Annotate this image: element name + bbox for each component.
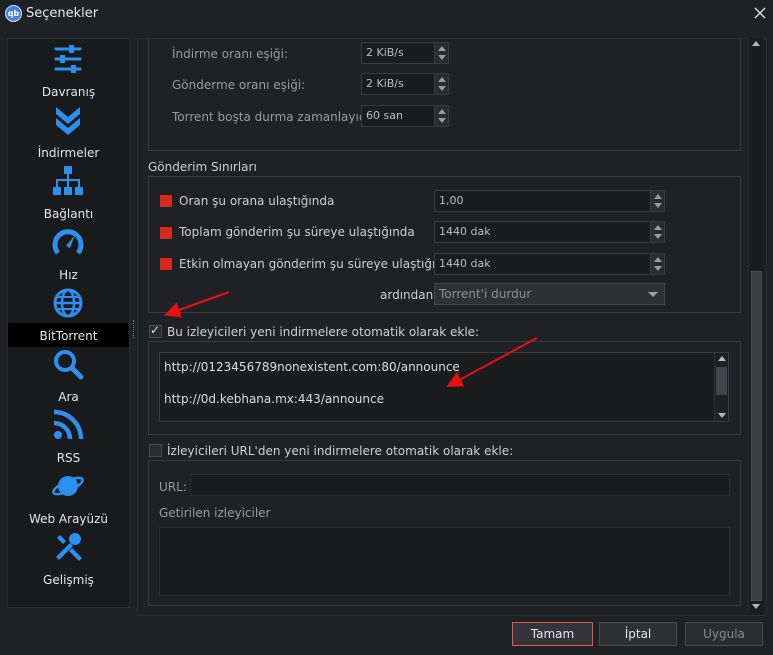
sidebar-item-label: Bağlantı [43, 207, 94, 221]
auto-trackers-label: Bu izleyicileri yeni indirmelere otomati… [167, 325, 480, 339]
ratio-checkbox[interactable] [160, 195, 172, 207]
globe-icon [53, 288, 83, 318]
splitter-handle[interactable] [133, 320, 135, 338]
total-time-checkbox[interactable] [160, 227, 172, 239]
inactivity-timer-spinbox[interactable]: 60 san [361, 105, 449, 127]
sidebar-item-bittorrent[interactable]: BitTorrent [8, 287, 129, 347]
scroll-down-arrow[interactable] [752, 604, 760, 609]
window-title: Seçenekler [26, 6, 99, 21]
sidebar-item-label: BitTorrent [39, 329, 98, 343]
upload-threshold-spinbox[interactable]: 2 KiB/s [361, 73, 449, 95]
main-scrollbar[interactable] [748, 38, 763, 615]
app-icon: qb [5, 5, 22, 22]
inactive-time-value: 1440 dak [439, 257, 491, 270]
scroll-up-arrow[interactable] [752, 41, 760, 46]
double-chevron-down-icon [56, 107, 80, 135]
inactive-time-spinbox[interactable]: 1440 dak [434, 253, 665, 275]
title-bar: qb Seçenekler [0, 0, 773, 28]
tracker-line: http://0d.kebhana.mx:443/announce [164, 392, 384, 406]
rss-icon [53, 409, 84, 440]
url-trackers-label: İzleyicileri URL'den yeni indirmelere ot… [167, 444, 514, 458]
auto-trackers-group: http://0123456789nonexistent.com:80/anno… [148, 341, 741, 435]
planet-icon [52, 476, 84, 496]
download-threshold-value: 2 KiB/s [366, 46, 404, 59]
tools-icon [56, 533, 82, 561]
settings-panel: İndirme oranı eşiği: 2 KiB/s Gönderme or… [137, 38, 767, 616]
upload-threshold-label: Gönderme oranı eşiği: [172, 78, 306, 92]
spin-buttons[interactable] [434, 74, 448, 94]
download-threshold-spinbox[interactable]: 2 KiB/s [361, 42, 449, 64]
then-label: ardından [380, 288, 434, 302]
network-icon [53, 166, 83, 195]
inactive-time-label: Etkin olmayan gönderim şu süreye ulaştığ… [179, 257, 458, 271]
url-trackers-group: URL: Getirilen izleyiciler [148, 460, 741, 606]
ratio-spinbox[interactable]: 1,00 [434, 190, 665, 212]
spin-buttons[interactable] [650, 254, 664, 274]
download-threshold-label: İndirme oranı eşiği: [172, 47, 289, 61]
textarea-scrollbar[interactable] [714, 353, 728, 421]
sidebar-item-label: Web Arayüzü [28, 512, 109, 526]
sidebar-item-label: Davranış [41, 85, 96, 99]
spin-buttons[interactable] [650, 191, 664, 211]
sidebar-item-davranis[interactable]: Davranış [8, 43, 129, 103]
trackers-textarea[interactable]: http://0123456789nonexistent.com:80/anno… [159, 352, 729, 422]
total-time-value: 1440 dak [439, 225, 491, 238]
sidebar-item-ara[interactable]: Ara [8, 348, 129, 408]
sidebar-item-rss[interactable]: RSS [8, 409, 129, 469]
sidebar-item-label: İndirmeler [37, 146, 100, 160]
url-label: URL: [159, 480, 187, 494]
seeding-limits-title: Gönderim Sınırları [148, 160, 257, 174]
scroll-thumb[interactable] [751, 271, 762, 601]
ratio-label: Oran şu orana ulaştığında [179, 194, 335, 208]
spin-buttons[interactable] [650, 222, 664, 242]
inactive-time-checkbox[interactable] [160, 258, 172, 270]
sidebar-item-label: RSS [56, 451, 81, 465]
spin-buttons[interactable] [434, 106, 448, 126]
torrent-queue-group: İndirme oranı eşiği: 2 KiB/s Gönderme or… [148, 39, 741, 151]
sidebar-item-label: Gelişmiş [43, 573, 94, 587]
search-icon [54, 350, 84, 380]
sidebar-item-indirmeler[interactable]: İndirmeler [8, 104, 129, 164]
sidebar: Davranış İndirmeler Bağlantı Hız BitTorr… [7, 38, 130, 608]
auto-trackers-checkbox[interactable] [149, 323, 162, 338]
upload-threshold-value: 2 KiB/s [366, 77, 404, 90]
url-input[interactable] [190, 474, 730, 496]
sidebar-item-web-arayuzu[interactable]: Web Arayüzü [8, 470, 129, 530]
sidebar-item-gelismis[interactable]: Gelişmiş [8, 531, 129, 591]
sidebar-item-label: Ara [58, 390, 79, 404]
seeding-limits-group: Oran şu orana ulaştığında 1,00 Toplam gö… [148, 176, 741, 313]
cancel-button[interactable]: İptal [599, 622, 677, 646]
chevron-down-icon [648, 292, 658, 297]
ratio-value: 1,00 [439, 194, 464, 207]
close-icon[interactable] [752, 4, 768, 22]
sidebar-item-hiz[interactable]: Hız [8, 226, 129, 286]
speedometer-icon [52, 229, 84, 255]
then-action-dropdown[interactable]: Torrent'i durdur [434, 283, 665, 305]
spin-buttons[interactable] [434, 43, 448, 63]
sliders-icon [54, 45, 82, 73]
sidebar-item-baglanti[interactable]: Bağlantı [8, 165, 129, 225]
sidebar-item-label: Hız [59, 268, 78, 282]
apply-button: Uygula [685, 622, 763, 646]
total-time-spinbox[interactable]: 1440 dak [434, 221, 665, 243]
ok-button[interactable]: Tamam [512, 622, 593, 646]
url-trackers-checkbox[interactable] [149, 444, 162, 457]
tracker-line: http://0123456789nonexistent.com:80/anno… [164, 360, 460, 374]
total-time-label: Toplam gönderim şu süreye ulaştığında [179, 225, 415, 239]
fetched-trackers-box[interactable] [159, 527, 730, 596]
fetched-trackers-label: Getirilen izleyiciler [159, 506, 271, 520]
inactivity-timer-value: 60 san [366, 109, 403, 122]
then-action-value: Torrent'i durdur [439, 287, 532, 301]
inactivity-timer-label: Torrent boşta durma zamanlayıcısı: [172, 110, 383, 124]
